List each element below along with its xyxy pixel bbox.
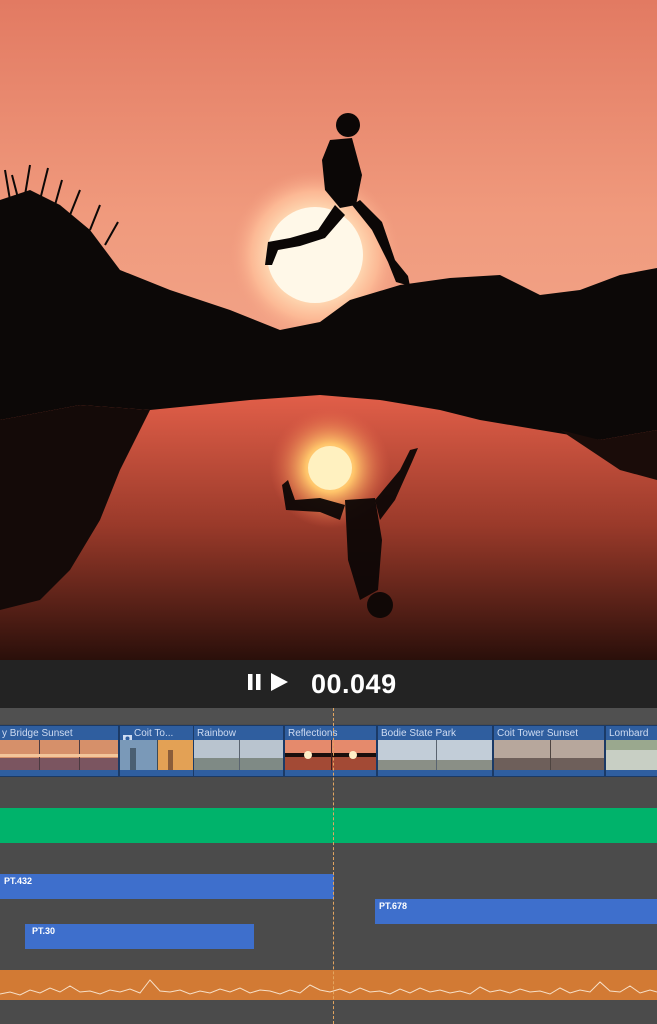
clip-thumbnails — [194, 740, 283, 770]
play-icon — [269, 672, 289, 697]
clip-label: Coit To... — [134, 728, 174, 739]
clip-rainbow[interactable]: Rainbow — [193, 725, 284, 777]
timecode-display: 00.049 — [311, 669, 397, 699]
video-preview — [0, 0, 657, 660]
track-clip-label: PT.432 — [4, 876, 33, 886]
clip-label: Coit Tower Sunset — [497, 728, 578, 739]
clip-thumbnails — [0, 740, 118, 770]
clip-label: Reflections — [288, 728, 338, 739]
clip-thumbnails — [378, 740, 492, 770]
clip-thumbnails — [494, 740, 604, 770]
clip-reflections[interactable]: Reflections — [284, 725, 377, 777]
transport-bar: 00.049 — [0, 660, 657, 708]
clip-label: Bodie State Park — [381, 728, 457, 739]
preview-frame — [0, 0, 657, 660]
timeline[interactable]: y Bridge Sunset Coit To... Rainbow Refle… — [0, 708, 657, 1024]
clip-lombard[interactable]: Lombard — [605, 725, 657, 777]
clip-coit-tower[interactable]: Coit To... — [119, 725, 194, 777]
clip-label: Rainbow — [197, 728, 236, 739]
clip-label: y Bridge Sunset — [2, 728, 73, 739]
clip-label: Lombard — [609, 728, 649, 739]
clip-coit-tower-sunset[interactable]: Coit Tower Sunset — [493, 725, 605, 777]
green-track-clip[interactable] — [0, 808, 657, 843]
timeline-ruler[interactable] — [0, 708, 657, 724]
clip-bodie-state-park[interactable]: Bodie State Park — [377, 725, 493, 777]
blue-track-clip[interactable]: PT.432 — [0, 874, 334, 899]
audio-waveform — [0, 979, 657, 996]
track-clip-label: PT.678 — [379, 901, 408, 911]
playhead[interactable] — [333, 708, 334, 1024]
clip-thumbnails — [285, 740, 376, 770]
blue-track-clip[interactable]: PT.30 — [25, 924, 254, 949]
play-pause-button[interactable] — [247, 672, 289, 696]
blue-track-clip[interactable]: PT.678 — [375, 899, 657, 924]
track-clip-label: PT.30 — [32, 926, 56, 936]
video-clip-track: y Bridge Sunset Coit To... Rainbow Refle… — [0, 725, 657, 777]
clip-thumbnails — [120, 740, 193, 770]
pause-icon — [247, 673, 263, 696]
clip-golden-gate-sunset[interactable]: y Bridge Sunset — [0, 725, 119, 777]
audio-track[interactable] — [0, 970, 657, 1000]
clip-thumbnails — [606, 740, 657, 770]
